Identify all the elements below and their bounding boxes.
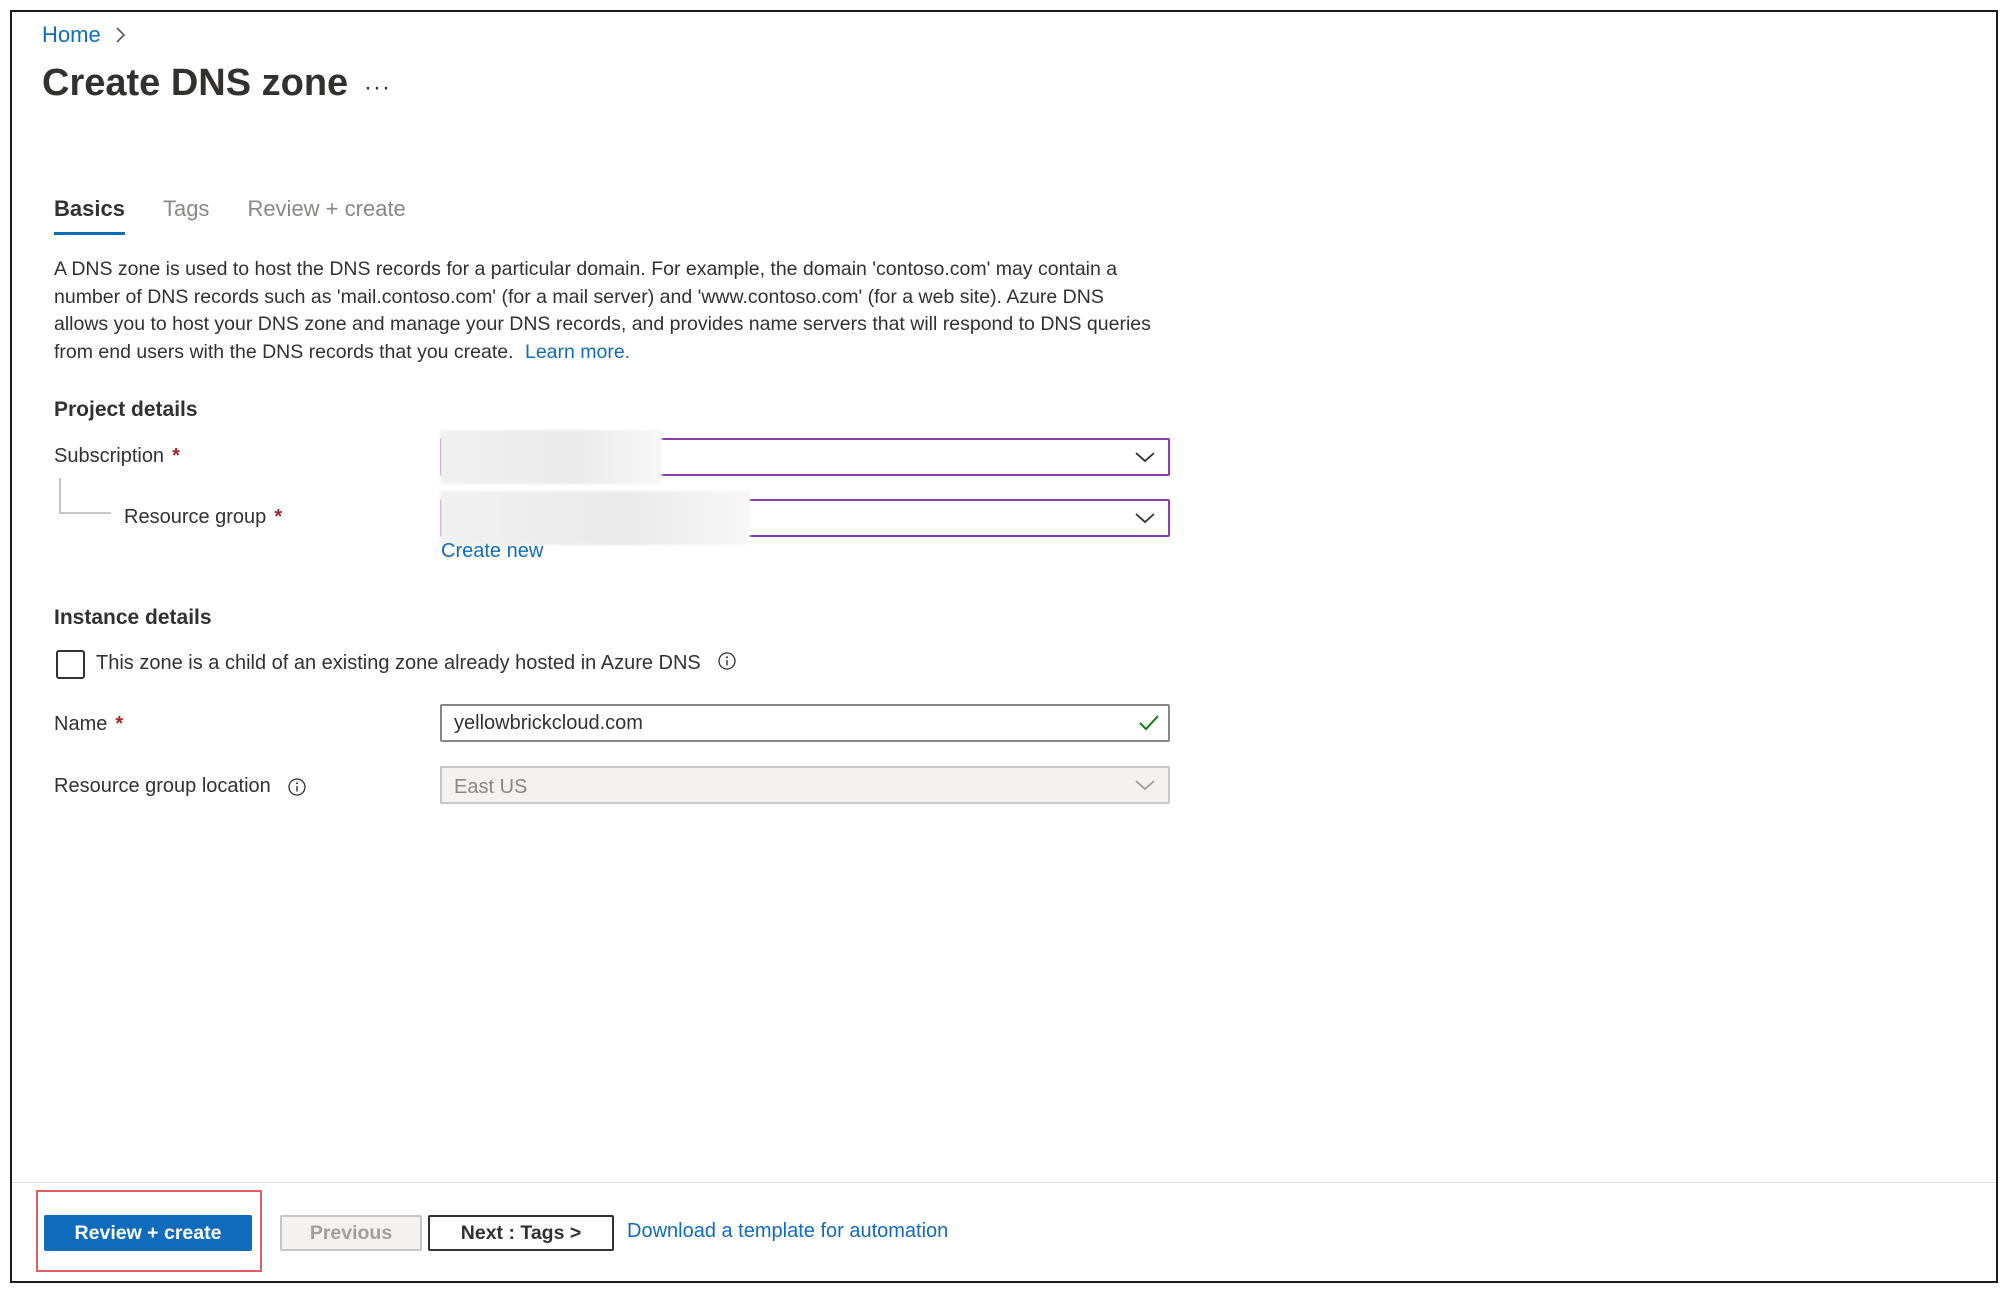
review-create-button[interactable]: Review + create [44, 1215, 252, 1251]
instance-details-heading: Instance details [54, 606, 212, 629]
location-label-text: Resource group location [54, 775, 271, 797]
info-icon[interactable] [717, 651, 737, 671]
name-label: Name * [54, 713, 123, 736]
zone-name-input[interactable] [440, 704, 1170, 742]
subscription-label: Subscription * [54, 445, 180, 468]
resource-group-label: Resource group * [124, 506, 282, 529]
next-tags-button[interactable]: Next : Tags > [428, 1215, 614, 1251]
resource-group-label-text: Resource group [124, 506, 267, 528]
description-text: A DNS zone is used to host the DNS recor… [54, 256, 1159, 366]
tree-connector [59, 478, 111, 514]
name-label-text: Name [54, 713, 108, 735]
subscription-dropdown[interactable] [440, 430, 1170, 484]
location-label: Resource group location [54, 775, 307, 798]
breadcrumb-home-link[interactable]: Home [42, 22, 101, 48]
required-indicator: * [172, 445, 180, 467]
project-details-heading: Project details [54, 398, 198, 421]
download-template-link[interactable]: Download a template for automation [627, 1220, 948, 1243]
chevron-down-icon [1135, 513, 1155, 524]
subscription-label-text: Subscription [54, 445, 165, 467]
child-zone-label-text: This zone is a child of an existing zone… [96, 652, 701, 674]
chevron-right-icon [115, 26, 127, 44]
checkmark-icon [1139, 715, 1159, 731]
page-title: Create DNS zone [42, 62, 349, 104]
location-value: East US [454, 776, 528, 798]
footer-divider [12, 1182, 1996, 1183]
tab-review-create[interactable]: Review + create [247, 196, 405, 235]
tab-tags[interactable]: Tags [163, 196, 209, 235]
tab-bar: Basics Tags Review + create [54, 196, 406, 235]
child-zone-checkbox[interactable] [56, 650, 85, 679]
more-options-button[interactable]: ··· [364, 74, 391, 102]
breadcrumb: Home [42, 22, 127, 48]
learn-more-link[interactable]: Learn more. [525, 341, 630, 363]
location-select: East US [440, 766, 1170, 804]
chevron-down-icon [1135, 452, 1155, 463]
redacted-value [440, 430, 662, 484]
create-new-resource-group-link[interactable]: Create new [441, 540, 543, 563]
tab-basics[interactable]: Basics [54, 196, 125, 235]
child-zone-label: This zone is a child of an existing zone… [96, 651, 737, 675]
info-icon[interactable] [287, 777, 307, 797]
required-indicator: * [115, 713, 124, 735]
previous-button: Previous [280, 1215, 422, 1251]
chevron-down-icon [1135, 780, 1155, 791]
resource-group-dropdown[interactable] [440, 491, 1170, 545]
required-indicator: * [274, 506, 283, 528]
redacted-value [440, 491, 750, 545]
